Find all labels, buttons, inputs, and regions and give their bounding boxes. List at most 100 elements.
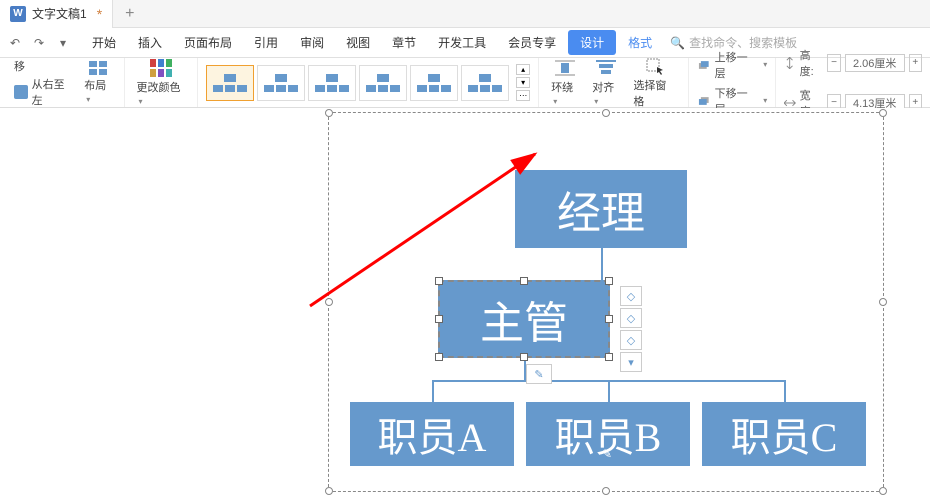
tab-bar: W 文字文稿1 * + [0, 0, 930, 28]
menu-review[interactable]: 审阅 [290, 30, 334, 55]
align-button[interactable]: 对齐▾ [588, 57, 623, 109]
select-pane-button[interactable]: 选择窗格 [629, 55, 680, 111]
connector [608, 380, 610, 402]
ribbon-group-presets: ▴ ▾ ⋯ [198, 58, 539, 107]
height-input[interactable] [845, 54, 905, 72]
canvas-area[interactable]: 经理 主管 ◇ ◇ ◇ ▾ ✎ 职员A 职员B ✎ 职员C [0, 108, 930, 500]
ribbon-group-size: 高度: − + 宽度: − + [776, 58, 930, 107]
layout-preset-3[interactable] [308, 65, 356, 101]
edit-icon: ✎ [602, 447, 612, 462]
layout-preset-5[interactable] [410, 65, 458, 101]
height-icon [784, 57, 795, 69]
context-add-side[interactable]: ◇ [620, 308, 642, 328]
chevron-down-icon: ▾ [86, 95, 90, 104]
menu-page-layout[interactable]: 页面布局 [174, 30, 242, 55]
height-increase[interactable]: + [909, 54, 922, 72]
chevron-down-icon: ▾ [763, 60, 767, 69]
node-handle[interactable] [605, 315, 613, 323]
chevron-down-icon: ▾ [594, 97, 598, 106]
preset-more[interactable]: ⋯ [516, 90, 530, 101]
connector [432, 380, 434, 402]
move-label: 移 [14, 58, 25, 74]
org-node-manager[interactable]: 经理 [515, 170, 687, 248]
org-node-emp-a[interactable]: 职员A [350, 402, 514, 466]
node-handle[interactable] [435, 353, 443, 361]
menu-design[interactable]: 设计 [568, 30, 616, 55]
node-handle[interactable] [435, 277, 443, 285]
resize-handle-tl[interactable] [325, 109, 333, 117]
context-edit[interactable]: ✎ [526, 364, 552, 384]
tab-modified-indicator: * [97, 6, 102, 22]
menu-start[interactable]: 开始 [82, 30, 126, 55]
org-node-emp-c[interactable]: 职员C [702, 402, 866, 466]
layout-icon [89, 61, 107, 75]
resize-handle-bl[interactable] [325, 487, 333, 495]
tab-title: 文字文稿1 [32, 5, 87, 22]
resize-handle-br[interactable] [879, 487, 887, 495]
node-handle[interactable] [605, 277, 613, 285]
height-row: 高度: − + [784, 47, 922, 79]
connector [601, 248, 603, 280]
context-more[interactable]: ▾ [620, 352, 642, 372]
layer-up-icon [697, 59, 711, 71]
document-tab[interactable]: W 文字文稿1 * [0, 0, 113, 28]
ribbon-group-layout: 移 从右至左 布局▾ [6, 58, 125, 107]
width-icon [784, 97, 795, 109]
undo-button[interactable]: ↶ [6, 34, 24, 52]
preset-scroll-down[interactable]: ▾ [516, 77, 530, 88]
layout-label: 布局▾ [84, 77, 111, 105]
menu-format[interactable]: 格式 [618, 30, 662, 55]
resize-handle-bm[interactable] [602, 487, 610, 495]
align-label: 对齐▾ [592, 79, 619, 107]
node-handle[interactable] [520, 353, 528, 361]
resize-handle-mr[interactable] [879, 298, 887, 306]
layout-preset-4[interactable] [359, 65, 407, 101]
node-handle[interactable] [605, 353, 613, 361]
resize-handle-tr[interactable] [879, 109, 887, 117]
change-color-button[interactable]: 更改颜色▾ [133, 57, 190, 109]
menu-insert[interactable]: 插入 [128, 30, 172, 55]
node-handle[interactable] [520, 277, 528, 285]
word-doc-icon: W [10, 6, 26, 22]
height-decrease[interactable]: − [827, 54, 840, 72]
menu-dev-tools[interactable]: 开发工具 [428, 30, 496, 55]
ribbon-group-color: 更改颜色▾ [125, 58, 199, 107]
chevron-down-icon: ▾ [553, 97, 557, 106]
context-add-above[interactable]: ◇ [620, 286, 642, 306]
wrap-icon [555, 59, 575, 77]
rtl-label[interactable]: 从右至左 [32, 76, 75, 108]
quick-access-toolbar: ↶ ↷ ▾ [6, 34, 80, 52]
redo-button[interactable]: ↷ [30, 34, 48, 52]
chevron-down-icon: ▾ [763, 96, 767, 105]
wrap-button[interactable]: 环绕▾ [547, 57, 582, 109]
add-tab-button[interactable]: + [113, 5, 146, 23]
resize-handle-tm[interactable] [602, 109, 610, 117]
layout-dropdown[interactable]: 布局▾ [80, 59, 115, 107]
org-node-emp-b[interactable]: 职员B ✎ [526, 402, 690, 466]
menu-member[interactable]: 会员专享 [498, 30, 566, 55]
document-page: 经理 主管 ◇ ◇ ◇ ▾ ✎ 职员A 职员B ✎ 职员C [220, 108, 930, 500]
resize-handle-ml[interactable] [325, 298, 333, 306]
align-icon [596, 59, 616, 77]
layer-down-icon [697, 95, 711, 107]
rtl-icon [14, 85, 28, 99]
context-add-below[interactable]: ◇ [620, 330, 642, 350]
ribbon-group-order: 上移一层▾ 下移一层▾ [689, 58, 776, 107]
layout-preset-6[interactable] [461, 65, 509, 101]
preset-scroll-up[interactable]: ▴ [516, 64, 530, 75]
change-color-label: 更改颜色▾ [137, 79, 186, 107]
layout-preset-2[interactable] [257, 65, 305, 101]
move-up-button[interactable]: 上移一层▾ [697, 49, 767, 81]
menu-chapter[interactable]: 章节 [382, 30, 426, 55]
node-handle[interactable] [435, 315, 443, 323]
connector [784, 380, 786, 402]
ribbon-group-arrange: 环绕▾ 对齐▾ 选择窗格 [539, 58, 689, 107]
ribbon: 移 从右至左 布局▾ 更改颜色▾ [0, 58, 930, 108]
org-node-supervisor-selected[interactable]: 主管 [438, 280, 610, 358]
supervisor-label: 主管 [480, 287, 568, 351]
menu-view[interactable]: 视图 [336, 30, 380, 55]
menu-ref[interactable]: 引用 [244, 30, 288, 55]
select-pane-icon [645, 57, 665, 75]
layout-preset-1[interactable] [206, 65, 254, 101]
qat-dropdown[interactable]: ▾ [54, 34, 72, 52]
